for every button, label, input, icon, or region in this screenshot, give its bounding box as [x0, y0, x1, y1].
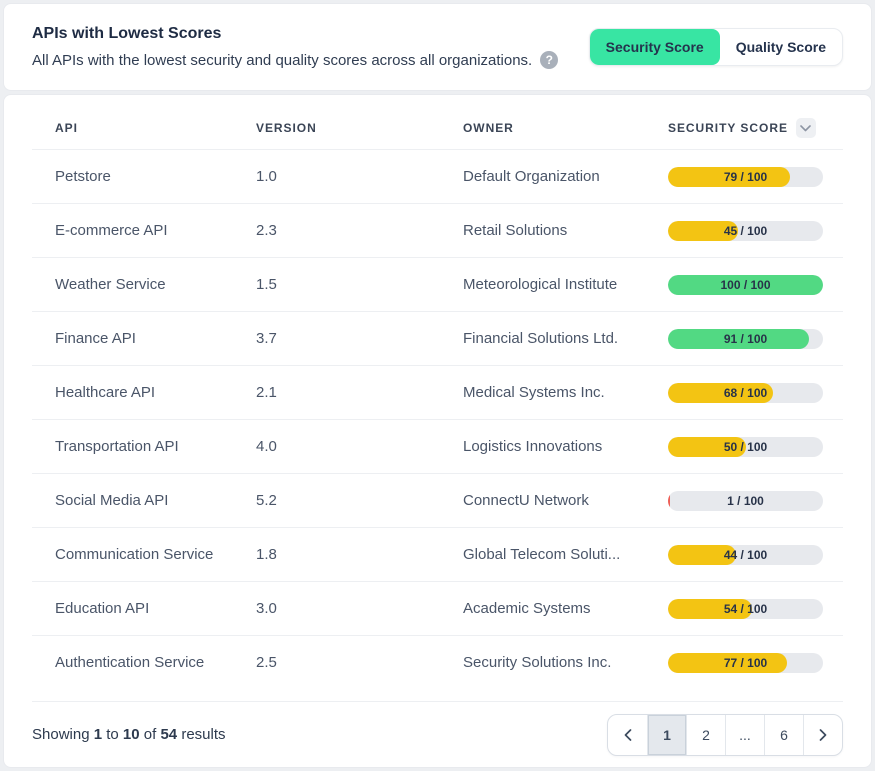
- cell-version: 2.1: [256, 384, 463, 401]
- cell-version: 1.5: [256, 276, 463, 293]
- toggle-security-score[interactable]: Security Score: [590, 29, 720, 65]
- table-row[interactable]: Education API 3.0 Academic Systems 54 / …: [32, 581, 843, 635]
- table-body: Petstore 1.0 Default Organization 79 / 1…: [32, 149, 843, 689]
- widget-header: APIs with Lowest Scores All APIs with th…: [3, 3, 872, 91]
- cell-owner: Academic Systems: [463, 600, 668, 617]
- cell-api: Authentication Service: [55, 654, 256, 671]
- cell-version: 1.0: [256, 168, 463, 185]
- column-header-version: VERSION: [256, 121, 463, 135]
- cell-version: 3.7: [256, 330, 463, 347]
- cell-api: Transportation API: [55, 438, 256, 455]
- page-subtitle: All APIs with the lowest security and qu…: [32, 52, 532, 69]
- toggle-quality-score[interactable]: Quality Score: [720, 29, 842, 65]
- cell-version: 5.2: [256, 492, 463, 509]
- security-score-bar: 79 / 100: [668, 167, 823, 187]
- score-bar-label: 79 / 100: [668, 167, 823, 187]
- table-row[interactable]: Social Media API 5.2 ConnectU Network 1 …: [32, 473, 843, 527]
- security-score-bar: 50 / 100: [668, 437, 823, 457]
- pagination-page-2[interactable]: 2: [686, 715, 725, 755]
- table-row[interactable]: Healthcare API 2.1 Medical Systems Inc. …: [32, 365, 843, 419]
- column-header-security-score: SECURITY SCORE: [668, 118, 843, 138]
- pagination-page-1[interactable]: 1: [647, 715, 686, 755]
- table-row[interactable]: Weather Service 1.5 Meteorological Insti…: [32, 257, 843, 311]
- cell-owner: Security Solutions Inc.: [463, 654, 668, 671]
- table-row[interactable]: Finance API 3.7 Financial Solutions Ltd.…: [32, 311, 843, 365]
- score-bar-label: 91 / 100: [668, 329, 823, 349]
- cell-owner: Retail Solutions: [463, 222, 668, 239]
- cell-version: 2.3: [256, 222, 463, 239]
- lowest-scores-widget: APIs with Lowest Scores All APIs with th…: [0, 0, 875, 771]
- cell-api: Communication Service: [55, 546, 256, 563]
- column-header-owner: OWNER: [463, 121, 668, 135]
- cell-api: Petstore: [55, 168, 256, 185]
- cell-api: Finance API: [55, 330, 256, 347]
- score-type-toggle: Security Score Quality Score: [589, 28, 843, 66]
- page-title: APIs with Lowest Scores: [32, 25, 558, 43]
- cell-owner: Logistics Innovations: [463, 438, 668, 455]
- chevron-right-icon[interactable]: [803, 715, 842, 755]
- score-bar-label: 68 / 100: [668, 383, 823, 403]
- column-header-api: API: [55, 121, 256, 135]
- security-score-bar: 44 / 100: [668, 545, 823, 565]
- cell-api: Healthcare API: [55, 384, 256, 401]
- score-bar-label: 44 / 100: [668, 545, 823, 565]
- cell-version: 1.8: [256, 546, 463, 563]
- score-bar-label: 50 / 100: [668, 437, 823, 457]
- score-bar-label: 100 / 100: [668, 275, 823, 295]
- cell-api: Weather Service: [55, 276, 256, 293]
- score-bar-label: 54 / 100: [668, 599, 823, 619]
- cell-version: 4.0: [256, 438, 463, 455]
- table-row[interactable]: Communication Service 1.8 Global Telecom…: [32, 527, 843, 581]
- score-bar-label: 45 / 100: [668, 221, 823, 241]
- table-footer: Showing 1 to 10 of 54 results 12...6: [32, 701, 843, 767]
- cell-owner: Medical Systems Inc.: [463, 384, 668, 401]
- cell-owner: ConnectU Network: [463, 492, 668, 509]
- security-score-bar: 1 / 100: [668, 491, 823, 511]
- security-score-bar: 68 / 100: [668, 383, 823, 403]
- header-text-block: APIs with Lowest Scores All APIs with th…: [32, 25, 558, 69]
- security-score-bar: 91 / 100: [668, 329, 823, 349]
- results-from: 1: [94, 726, 102, 743]
- cell-owner: Financial Solutions Ltd.: [463, 330, 668, 347]
- cell-api: Education API: [55, 600, 256, 617]
- results-summary: Showing 1 to 10 of 54 results: [32, 726, 226, 743]
- cell-owner: Global Telecom Soluti...: [463, 546, 668, 563]
- table-row[interactable]: Transportation API 4.0 Logistics Innovat…: [32, 419, 843, 473]
- score-bar-label: 77 / 100: [668, 653, 823, 673]
- pagination-page-6[interactable]: 6: [764, 715, 803, 755]
- chevron-down-icon[interactable]: [796, 118, 816, 138]
- security-score-bar: 45 / 100: [668, 221, 823, 241]
- security-score-bar: 77 / 100: [668, 653, 823, 673]
- table-row[interactable]: E-commerce API 2.3 Retail Solutions 45 /…: [32, 203, 843, 257]
- cell-owner: Default Organization: [463, 168, 668, 185]
- results-total: 54: [160, 726, 177, 743]
- score-bar-label: 1 / 100: [668, 491, 823, 511]
- cell-api: Social Media API: [55, 492, 256, 509]
- scores-table-card: API VERSION OWNER SECURITY SCORE Petstor…: [3, 94, 872, 768]
- pagination-ellipsis: ...: [725, 715, 764, 755]
- cell-owner: Meteorological Institute: [463, 276, 668, 293]
- table-row[interactable]: Petstore 1.0 Default Organization 79 / 1…: [32, 149, 843, 203]
- pagination: 12...6: [607, 714, 843, 756]
- chevron-left-icon[interactable]: [608, 715, 647, 755]
- table-row[interactable]: Authentication Service 2.5 Security Solu…: [32, 635, 843, 689]
- question-mark-icon[interactable]: ?: [540, 51, 558, 69]
- table-header-row: API VERSION OWNER SECURITY SCORE: [32, 107, 843, 149]
- security-score-bar: 54 / 100: [668, 599, 823, 619]
- results-to: 10: [123, 726, 140, 743]
- cell-api: E-commerce API: [55, 222, 256, 239]
- cell-version: 3.0: [256, 600, 463, 617]
- security-score-bar: 100 / 100: [668, 275, 823, 295]
- cell-version: 2.5: [256, 654, 463, 671]
